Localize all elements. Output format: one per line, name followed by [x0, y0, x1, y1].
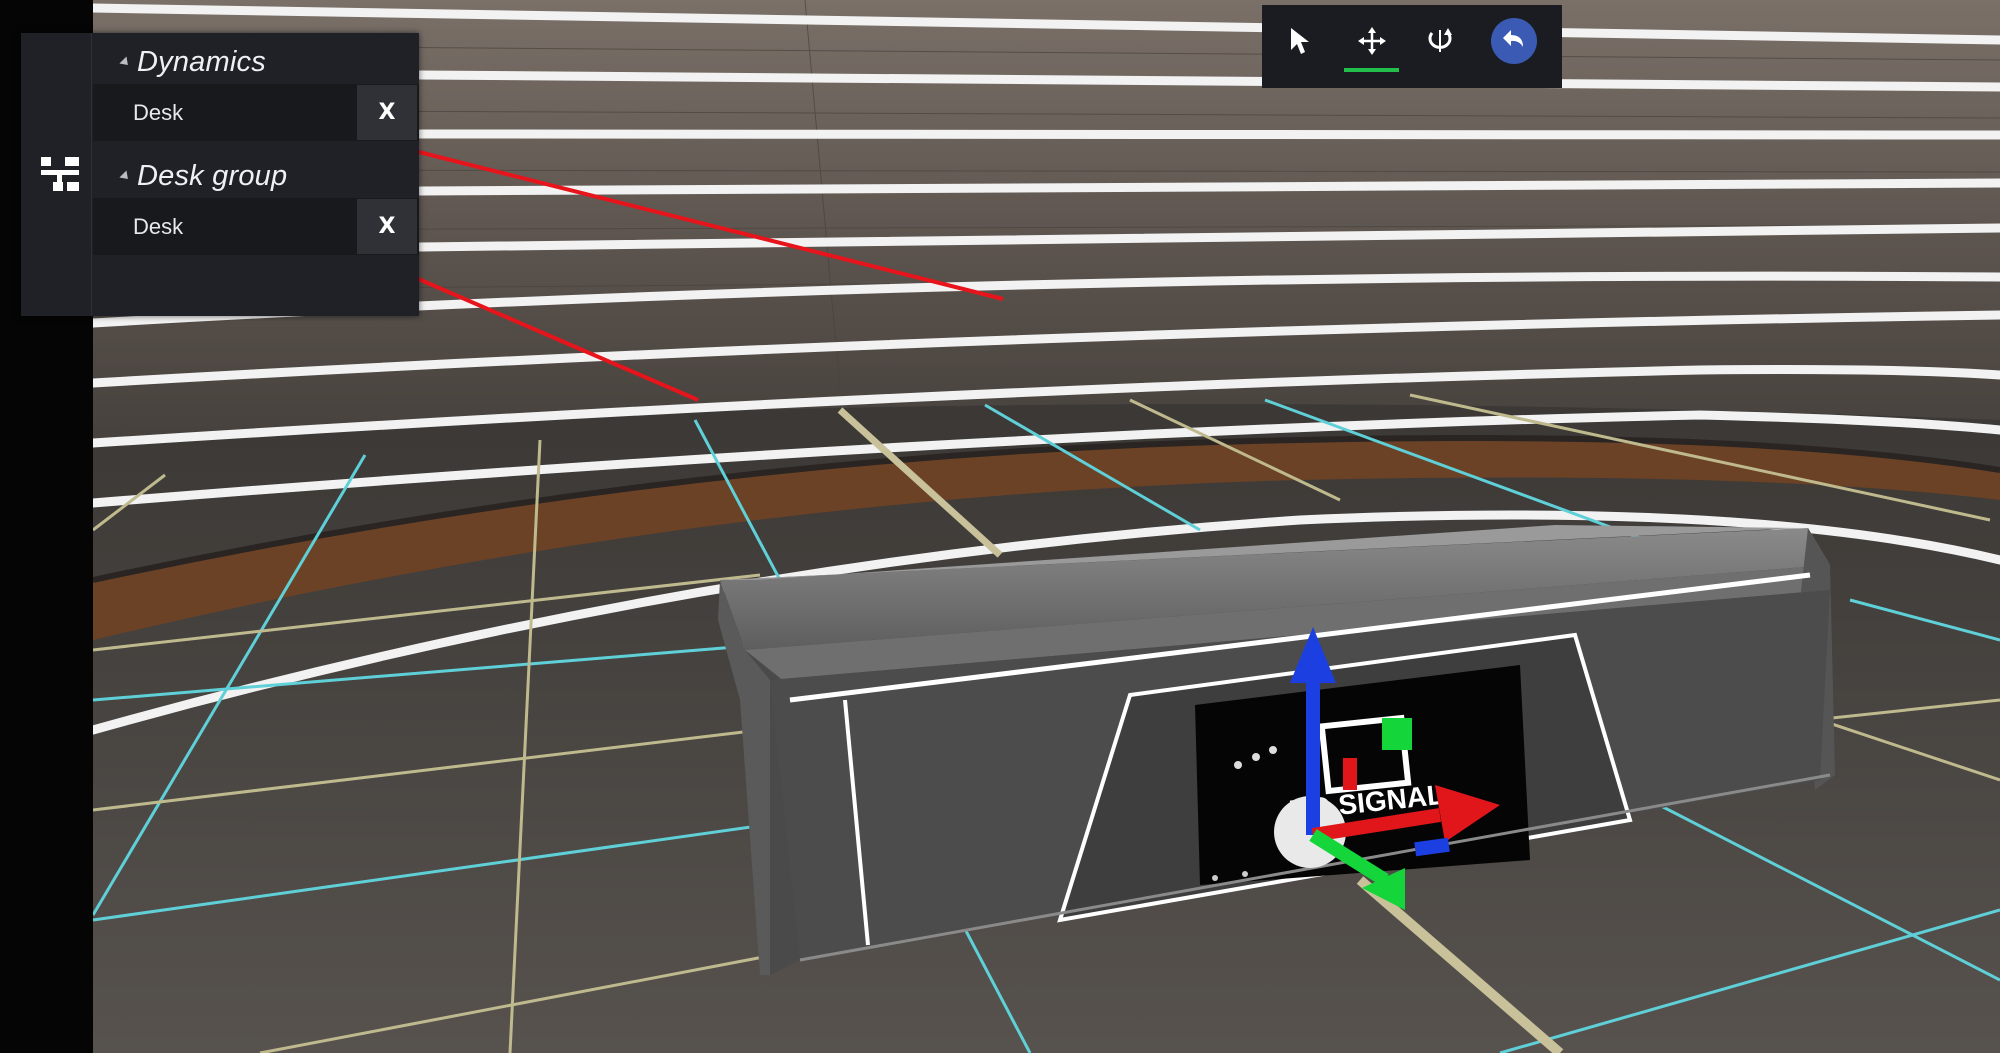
select-tool-button[interactable] — [1270, 10, 1330, 72]
list-item-desk-dynamics[interactable]: Desk X — [93, 84, 419, 141]
rotate-tool-button[interactable] — [1410, 10, 1470, 72]
list-item-desk-group[interactable]: Desk X — [93, 198, 419, 255]
hierarchy-icon[interactable] — [39, 155, 81, 193]
active-tool-indicator — [1344, 68, 1399, 72]
item-label: Desk — [133, 213, 184, 239]
move-tool-button[interactable] — [1342, 10, 1402, 72]
group-title: Dynamics — [137, 45, 266, 78]
cursor-icon — [1291, 28, 1309, 54]
group-title: Desk group — [137, 159, 288, 192]
expand-triangle-icon[interactable] — [119, 169, 132, 183]
outliner-panel: Dynamics Desk X Desk group Desk X — [21, 33, 419, 316]
move-arrows-icon — [1358, 27, 1386, 55]
group-header-desk-group[interactable]: Desk group — [91, 154, 411, 198]
item-label: Desk — [133, 99, 184, 125]
expand-triangle-icon[interactable] — [119, 55, 132, 69]
remove-button[interactable]: X — [357, 199, 417, 254]
undo-tool-button[interactable] — [1484, 10, 1544, 72]
group-header-dynamics[interactable]: Dynamics — [91, 40, 411, 84]
undo-icon — [1491, 18, 1537, 64]
rotate-icon — [1428, 28, 1452, 52]
remove-button[interactable]: X — [357, 85, 417, 140]
outliner-rail — [21, 33, 92, 316]
